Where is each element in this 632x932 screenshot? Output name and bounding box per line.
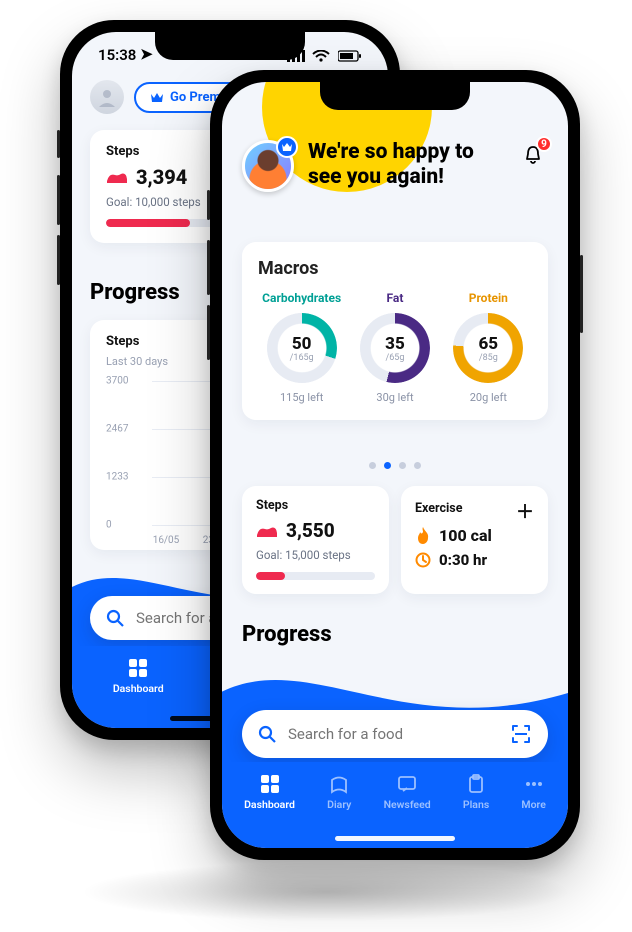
flame-icon: [415, 527, 431, 545]
nav-dashboard[interactable]: Dashboard: [244, 774, 295, 811]
status-time: 15:38 ➤: [98, 46, 153, 64]
plans-icon: [466, 774, 486, 794]
macro-protein: Protein 65/85g 20g left: [445, 291, 532, 404]
diary-icon: [329, 774, 349, 794]
add-exercise-button[interactable]: ＋: [516, 498, 534, 524]
steps-value: 3,394: [136, 165, 187, 189]
drop-shadow: [80, 862, 572, 922]
wifi-icon: [312, 50, 330, 62]
pager-dot[interactable]: [384, 462, 391, 469]
pager-dot[interactable]: [399, 462, 406, 469]
greeting-text: We're so happy to see you again!: [308, 140, 504, 190]
macros-card[interactable]: Macros Carbohydrates 50/165g 115g left F…: [242, 242, 548, 420]
macros-title: Macros: [258, 258, 532, 279]
avatar[interactable]: [242, 140, 294, 192]
pager-dot[interactable]: [414, 462, 421, 469]
nav-plans[interactable]: Plans: [463, 774, 489, 811]
exercise-card[interactable]: Exercise ＋ 100 cal 0:30 hr: [401, 486, 548, 594]
search-icon: [258, 725, 276, 743]
newsfeed-icon: [397, 774, 417, 794]
steps-goal: Goal: 15,000 steps: [256, 548, 375, 562]
battery-icon: [338, 50, 362, 62]
notch: [155, 32, 305, 60]
notifications-button[interactable]: 9: [518, 140, 548, 170]
nav-more[interactable]: More: [521, 774, 545, 811]
exercise-title: Exercise: [415, 501, 462, 516]
more-icon: [524, 774, 544, 794]
shoe-icon: [256, 523, 278, 539]
steps-card[interactable]: Steps 3,550 Goal: 15,000 steps: [242, 486, 389, 594]
pager-dot[interactable]: [369, 462, 376, 469]
nav-newsfeed[interactable]: Newsfeed: [384, 774, 431, 811]
steps-progress-bar: [256, 572, 375, 580]
notch: [320, 82, 470, 110]
home-indicator: [335, 836, 455, 841]
crown-icon: [150, 91, 164, 103]
exercise-time: 0:30 hr: [439, 551, 487, 569]
macro-fat: Fat 35/65g 30g left: [351, 291, 438, 404]
search-input[interactable]: [288, 725, 498, 743]
notif-count: 9: [536, 136, 552, 152]
progress-heading: Progress: [90, 280, 180, 305]
nav-diary[interactable]: Diary: [327, 774, 351, 811]
dashboard-icon: [260, 774, 280, 794]
premium-badge-icon: [276, 136, 298, 158]
dashboard-icon: [128, 658, 148, 678]
steps-title: Steps: [256, 498, 375, 513]
clock-icon: [415, 552, 431, 568]
search-bar[interactable]: [242, 710, 548, 758]
shoe-icon: [106, 169, 128, 185]
macro-carbs: Carbohydrates 50/165g 115g left: [258, 291, 345, 404]
nav-dashboard[interactable]: Dashboard: [113, 658, 164, 695]
person-icon: [97, 87, 117, 107]
exercise-calories: 100 cal: [439, 526, 492, 545]
phone-front: We're so happy to see you again! 9 Macro…: [210, 70, 580, 860]
avatar-placeholder[interactable]: [90, 80, 124, 114]
steps-value: 3,550: [286, 519, 335, 542]
pager-dots[interactable]: [222, 462, 568, 469]
search-icon: [106, 609, 124, 627]
barcode-scan-icon[interactable]: [510, 723, 532, 745]
